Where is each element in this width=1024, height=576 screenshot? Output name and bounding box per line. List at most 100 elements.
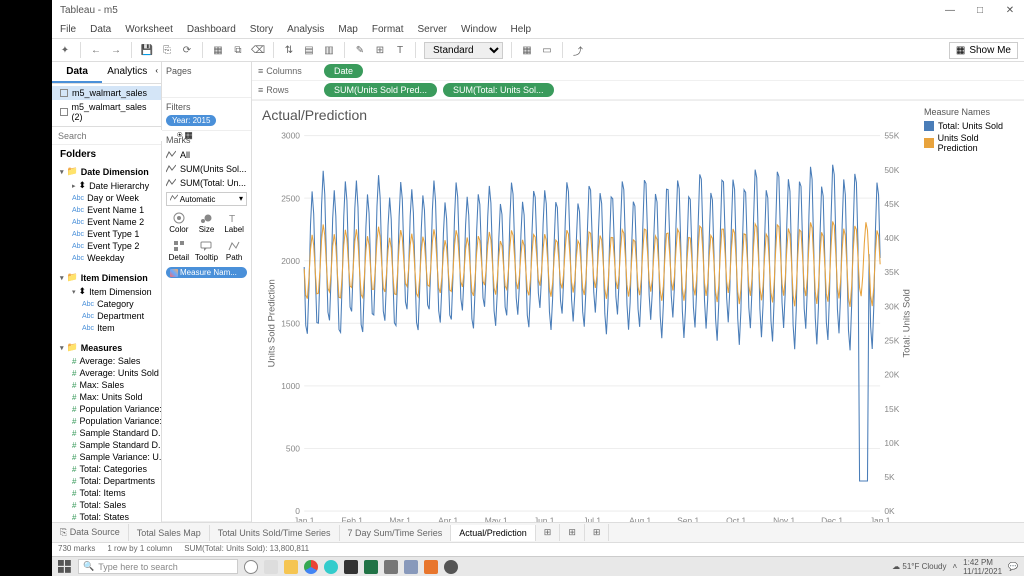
highlight-icon[interactable]: ✎ xyxy=(353,43,367,57)
close-button[interactable]: ✕ xyxy=(1004,5,1016,16)
sort-desc-icon[interactable]: ▥ xyxy=(322,43,336,57)
tab-data-source[interactable]: ⎘ Data Source xyxy=(52,524,129,541)
minimize-button[interactable]: — xyxy=(944,5,956,16)
legend-item[interactable]: Units Sold Prediction xyxy=(924,133,1018,153)
share-icon[interactable]: ⤴ xyxy=(571,43,585,57)
pages-shelf[interactable]: Pages xyxy=(162,62,251,98)
field-measure[interactable]: #Max: Sales xyxy=(52,379,161,391)
refresh-icon[interactable]: ⟳ xyxy=(180,43,194,57)
taskview-icon[interactable] xyxy=(264,560,278,574)
filter-pill-year[interactable]: Year: 2015 xyxy=(166,115,216,126)
field-measure[interactable]: #Total: Items xyxy=(52,487,161,499)
group-icon[interactable]: ⊞ xyxy=(373,43,387,57)
field-event-type-1[interactable]: AbcEvent Type 1 xyxy=(52,228,161,240)
tray-chevron-icon[interactable]: ˄ xyxy=(953,562,958,571)
field-event-name-2[interactable]: AbcEvent Name 2 xyxy=(52,216,161,228)
field-item-dimension[interactable]: ▾⬍Item Dimension xyxy=(52,285,161,298)
text-icon[interactable]: T xyxy=(393,43,407,57)
legend-item[interactable]: Total: Units Sold xyxy=(924,121,1018,131)
field-measure[interactable]: #Average: Units Sold xyxy=(52,367,161,379)
field-measure[interactable]: #Max: Units Sold xyxy=(52,391,161,403)
show-me-button[interactable]: ▦ Show Me xyxy=(949,42,1018,59)
field-measure[interactable]: #Population Variance:... xyxy=(52,415,161,427)
menu-format[interactable]: Format xyxy=(372,24,404,35)
marks-all[interactable]: All xyxy=(166,148,247,162)
field-event-type-2[interactable]: AbcEvent Type 2 xyxy=(52,240,161,252)
folder-measures[interactable]: ▾📁Measures xyxy=(52,340,161,355)
mark-path[interactable]: Path xyxy=(221,238,247,264)
measure-names-pill[interactable]: Measure Nam... xyxy=(166,267,247,278)
field-measure[interactable]: #Total: States xyxy=(52,511,161,522)
menu-dashboard[interactable]: Dashboard xyxy=(187,24,236,35)
filters-shelf[interactable]: Filters Year: 2015 xyxy=(162,98,251,131)
field-department[interactable]: AbcDepartment xyxy=(52,310,161,322)
swap-icon[interactable]: ⇅ xyxy=(282,43,296,57)
datasource-item[interactable]: m5_walmart_sales xyxy=(52,86,161,100)
sort-asc-icon[interactable]: ▤ xyxy=(302,43,316,57)
clock[interactable]: 1:42 PM11/11/2021 xyxy=(963,558,1002,576)
marks-series-1[interactable]: SUM(Units Sol... xyxy=(166,162,247,176)
field-measure[interactable]: #Sample Variance: U... xyxy=(52,451,161,463)
field-date-hierarchy[interactable]: ▸⬍Date Hierarchy xyxy=(52,179,161,192)
mark-size[interactable]: Size xyxy=(194,210,220,236)
collapse-icon[interactable]: ‹ xyxy=(152,62,161,83)
presentation-icon[interactable]: ▭ xyxy=(540,43,554,57)
field-event-name-1[interactable]: AbcEvent Name 1 xyxy=(52,204,161,216)
app-icon[interactable] xyxy=(404,560,418,574)
edge-icon[interactable] xyxy=(324,560,338,574)
folder-date-dimension[interactable]: ▾📁Date Dimension xyxy=(52,164,161,179)
field-measure[interactable]: #Average: Sales xyxy=(52,355,161,367)
tab-sheet[interactable]: 7 Day Sum/Time Series xyxy=(340,525,452,541)
mark-detail[interactable]: Detail xyxy=(166,238,192,264)
start-button[interactable] xyxy=(58,560,72,574)
folder-item-dimension[interactable]: ▾📁Item Dimension xyxy=(52,270,161,285)
field-item[interactable]: AbcItem xyxy=(52,322,161,334)
chart-title[interactable]: Actual/Prediction xyxy=(262,107,916,123)
new-dashboard-button[interactable]: ⊞ xyxy=(560,524,585,541)
menu-story[interactable]: Story xyxy=(250,24,273,35)
field-measure[interactable]: #Total: Sales xyxy=(52,499,161,511)
mark-label[interactable]: TLabel xyxy=(221,210,247,236)
field-measure[interactable]: #Sample Standard D... xyxy=(52,427,161,439)
menu-data[interactable]: Data xyxy=(90,24,111,35)
cortana-icon[interactable] xyxy=(244,560,258,574)
excel-icon[interactable] xyxy=(364,560,378,574)
field-day-or-week[interactable]: AbcDay or Week xyxy=(52,192,161,204)
maximize-button[interactable]: □ xyxy=(974,5,986,16)
mark-color[interactable]: Color xyxy=(166,210,192,236)
columns-pill-date[interactable]: Date xyxy=(324,64,363,78)
menu-map[interactable]: Map xyxy=(338,24,357,35)
menu-analysis[interactable]: Analysis xyxy=(287,24,324,35)
tab-analytics[interactable]: Analytics xyxy=(102,62,152,83)
mark-tooltip[interactable]: Tooltip xyxy=(194,238,220,264)
tab-data[interactable]: Data xyxy=(52,62,102,83)
field-measure[interactable]: #Population Variance:... xyxy=(52,403,161,415)
menu-help[interactable]: Help xyxy=(511,24,532,35)
marks-series-2[interactable]: SUM(Total: Un... xyxy=(166,176,247,190)
clear-icon[interactable]: ⌫ xyxy=(251,43,265,57)
tab-sheet[interactable]: Total Units Sold/Time Series xyxy=(210,525,340,541)
menu-window[interactable]: Window xyxy=(461,24,497,35)
field-category[interactable]: AbcCategory xyxy=(52,298,161,310)
field-measure[interactable]: #Total: Departments xyxy=(52,475,161,487)
app-icon[interactable] xyxy=(384,560,398,574)
columns-shelf[interactable]: ≡Columns Date xyxy=(252,62,1024,81)
notifications-icon[interactable]: 💬 xyxy=(1008,562,1018,571)
save-icon[interactable]: 💾 xyxy=(140,43,154,57)
view-cards-icon[interactable]: ▦ xyxy=(520,43,534,57)
app-icon[interactable] xyxy=(444,560,458,574)
fit-select[interactable]: Standard xyxy=(424,42,503,59)
tab-sheet-active[interactable]: Actual/Prediction xyxy=(451,525,536,541)
new-story-button[interactable]: ⊞ xyxy=(585,524,610,541)
field-weekday[interactable]: AbcWeekday xyxy=(52,252,161,264)
menu-file[interactable]: File xyxy=(60,24,76,35)
rows-pill-1[interactable]: SUM(Units Sold Pred... xyxy=(324,83,437,97)
taskbar-search[interactable]: 🔍Type here to search xyxy=(78,559,238,574)
duplicate-icon[interactable]: ⧉ xyxy=(231,43,245,57)
rows-shelf[interactable]: ≡Rows SUM(Units Sold Pred... SUM(Total: … xyxy=(252,81,1024,100)
new-data-icon[interactable]: ⎘ xyxy=(160,43,174,57)
mark-type-select[interactable]: Automatic▾ xyxy=(166,192,247,206)
menu-server[interactable]: Server xyxy=(418,24,447,35)
forward-icon[interactable]: → xyxy=(109,43,123,57)
rows-pill-2[interactable]: SUM(Total: Units Sol... xyxy=(443,83,554,97)
